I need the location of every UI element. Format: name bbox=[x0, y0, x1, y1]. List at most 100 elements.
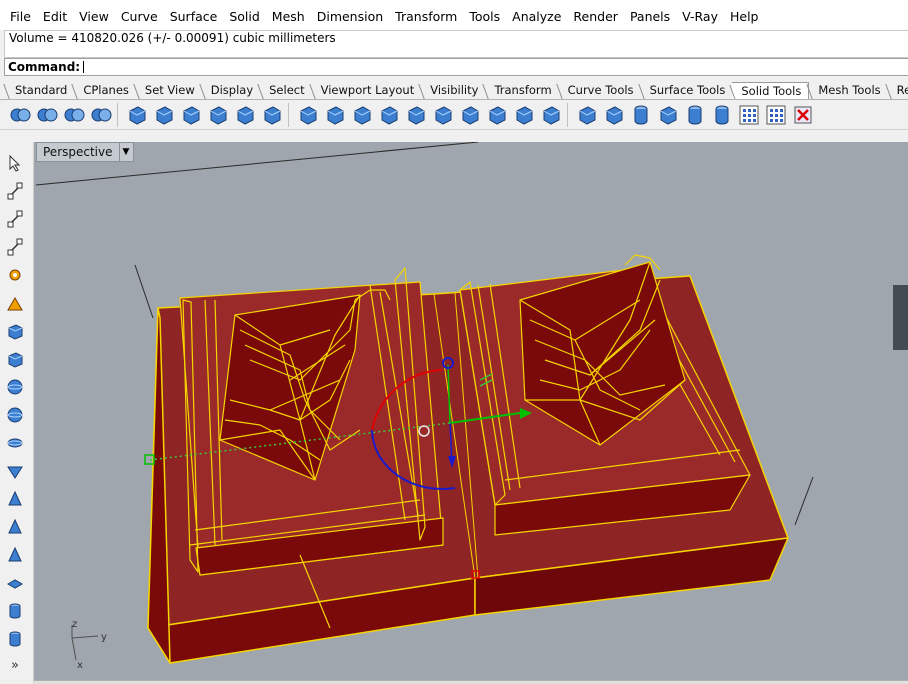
world-axis-icon: z y x bbox=[71, 619, 107, 671]
menu-edit[interactable]: Edit bbox=[37, 10, 73, 30]
solid-pipe-icon[interactable] bbox=[708, 102, 735, 128]
menu-view[interactable]: View bbox=[73, 10, 115, 30]
tab-render-tools[interactable]: Render Tools bbox=[888, 82, 908, 99]
box-edge-icon[interactable] bbox=[231, 102, 258, 128]
tab-solid-tools[interactable]: Solid Tools bbox=[732, 82, 810, 99]
cone-icon[interactable] bbox=[2, 486, 28, 512]
solid-cylinder-icon[interactable] bbox=[627, 102, 654, 128]
ellipsoid-icon[interactable] bbox=[2, 430, 28, 456]
solid-boolean-difference-icon[interactable] bbox=[33, 102, 60, 128]
solid-box-icon[interactable] bbox=[600, 102, 627, 128]
pyramid-icon[interactable] bbox=[2, 542, 28, 568]
command-line[interactable]: Command: bbox=[4, 58, 908, 76]
cylinder-icon[interactable] bbox=[2, 598, 28, 624]
menu-help[interactable]: Help bbox=[724, 10, 765, 30]
menu-bar: File Edit View Curve Surface Solid Mesh … bbox=[0, 0, 908, 30]
menu-vray[interactable]: V-Ray bbox=[676, 10, 724, 30]
offscreen-object bbox=[893, 285, 908, 350]
tab-cplanes[interactable]: CPlanes bbox=[74, 82, 136, 99]
command-input[interactable] bbox=[88, 60, 908, 74]
title-bar bbox=[0, 0, 908, 6]
delete-face-icon[interactable] bbox=[789, 102, 816, 128]
model-scene[interactable]: z y x bbox=[34, 142, 908, 680]
status-bar-stub bbox=[34, 680, 908, 684]
transform-icon[interactable] bbox=[2, 262, 28, 288]
truncated-cone-icon[interactable] bbox=[2, 514, 28, 540]
tab-select[interactable]: Select bbox=[260, 82, 311, 99]
toolbar-overflow-icon[interactable]: » bbox=[11, 658, 19, 673]
axis-y-label: y bbox=[101, 632, 107, 643]
tab-viewport-layout[interactable]: Viewport Layout bbox=[312, 82, 422, 99]
menu-curve[interactable]: Curve bbox=[115, 10, 164, 30]
tab-curve-tools[interactable]: Curve Tools bbox=[559, 82, 641, 99]
menu-dimension[interactable]: Dimension bbox=[311, 10, 389, 30]
array-grid-icon[interactable] bbox=[762, 102, 789, 128]
offset-solid-icon[interactable] bbox=[150, 102, 177, 128]
solid-boolean-intersection-icon[interactable] bbox=[60, 102, 87, 128]
viewport-menu-dropdown-icon[interactable]: ▼ bbox=[118, 143, 133, 161]
merge-faces-icon[interactable] bbox=[537, 102, 564, 128]
grid-line bbox=[794, 476, 814, 526]
solid-history-icon[interactable] bbox=[573, 102, 600, 128]
extract-edge-icon[interactable] bbox=[456, 102, 483, 128]
rotate-face-icon[interactable] bbox=[321, 102, 348, 128]
history-line: Volume = 410820.026 (+/- 0.00091) cubic … bbox=[9, 31, 336, 45]
perspective-viewport[interactable]: z y x Perspective ▼ bbox=[34, 142, 908, 680]
sphere-edit-icon[interactable] bbox=[2, 402, 28, 428]
viewport-title-tab[interactable]: Perspective ▼ bbox=[36, 142, 134, 162]
array-icon[interactable] bbox=[735, 102, 762, 128]
sphere-icon[interactable] bbox=[2, 374, 28, 400]
tab-transform[interactable]: Transform bbox=[485, 82, 558, 99]
move-edge-icon[interactable] bbox=[483, 102, 510, 128]
box-solid-icon[interactable] bbox=[2, 318, 28, 344]
axis-z-label: z bbox=[72, 619, 77, 630]
cap-planar-icon[interactable] bbox=[204, 102, 231, 128]
menu-analyze[interactable]: Analyze bbox=[506, 10, 567, 30]
menu-panels[interactable]: Panels bbox=[624, 10, 676, 30]
grid-line bbox=[134, 264, 154, 319]
explode-solid-icon[interactable] bbox=[258, 102, 285, 128]
move-face-icon[interactable] bbox=[294, 102, 321, 128]
extract-surface-icon[interactable] bbox=[429, 102, 456, 128]
fillet-edge-icon[interactable] bbox=[348, 102, 375, 128]
toolbar-tabs: Standard CPlanes Set View Display Select View… bbox=[0, 82, 908, 100]
cylinder-edit-icon[interactable] bbox=[2, 626, 28, 652]
menu-file[interactable]: File bbox=[4, 10, 37, 30]
extrude-face-icon[interactable] bbox=[123, 102, 150, 128]
shield-icon[interactable] bbox=[2, 458, 28, 484]
tab-standard[interactable]: Standard bbox=[6, 82, 74, 99]
point-edit-icon[interactable] bbox=[2, 178, 28, 204]
chamfer-edge-icon[interactable] bbox=[375, 102, 402, 128]
shell-icon[interactable] bbox=[177, 102, 204, 128]
right-mold-half[interactable] bbox=[459, 254, 751, 536]
split-face-icon[interactable] bbox=[510, 102, 537, 128]
tab-set-view[interactable]: Set View bbox=[136, 82, 202, 99]
surface-icon[interactable] bbox=[2, 234, 28, 260]
menu-mesh[interactable]: Mesh bbox=[266, 10, 311, 30]
solid-tube-icon[interactable] bbox=[681, 102, 708, 128]
viewport-name[interactable]: Perspective bbox=[37, 145, 119, 159]
menu-render[interactable]: Render bbox=[567, 10, 624, 30]
solid-boolean-split-icon[interactable] bbox=[87, 102, 114, 128]
select-arrow-icon[interactable] bbox=[2, 150, 28, 176]
solid-boolean-union-icon[interactable] bbox=[6, 102, 33, 128]
text-caret bbox=[83, 61, 85, 73]
axis-x-label: x bbox=[77, 660, 83, 671]
solid-cone-icon[interactable] bbox=[654, 102, 681, 128]
blend-edge-icon[interactable] bbox=[402, 102, 429, 128]
left-toolbar: » bbox=[0, 142, 34, 684]
sun-icon[interactable] bbox=[2, 290, 28, 316]
tab-mesh-tools[interactable]: Mesh Tools bbox=[809, 82, 887, 99]
tab-surface-tools[interactable]: Surface Tools bbox=[641, 82, 733, 99]
menu-surface[interactable]: Surface bbox=[164, 10, 224, 30]
menu-transform[interactable]: Transform bbox=[389, 10, 463, 30]
tab-display[interactable]: Display bbox=[202, 82, 260, 99]
curve-icon[interactable] bbox=[2, 206, 28, 232]
box-edit-icon[interactable] bbox=[2, 346, 28, 372]
menu-tools[interactable]: Tools bbox=[463, 10, 506, 30]
command-label: Command: bbox=[8, 60, 81, 74]
solid-tools-toolbar bbox=[0, 100, 908, 130]
plane-icon[interactable] bbox=[2, 570, 28, 596]
menu-solid[interactable]: Solid bbox=[223, 10, 265, 30]
tab-visibility[interactable]: Visibility bbox=[421, 82, 485, 99]
